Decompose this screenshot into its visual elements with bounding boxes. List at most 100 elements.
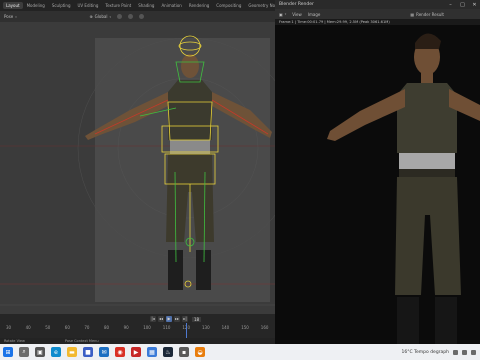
frame-tick-label: 100 — [143, 325, 151, 330]
blender-icon[interactable]: ◒ — [195, 347, 205, 357]
left-boot — [168, 250, 183, 290]
pivot-icon[interactable] — [116, 14, 122, 19]
frame-tick-label: 140 — [221, 325, 230, 330]
chevron-down-icon: ▾ — [284, 12, 287, 16]
taskbar-apps: ⊞ ⌕ ▣ e ▬ ■ ✉ ◉ ▶ ▦ ♨ ▪ ◒ — [0, 347, 205, 357]
edge-icon[interactable]: e — [51, 347, 61, 357]
maximize-icon[interactable]: □ — [459, 2, 466, 8]
frame-tick-label: 50 — [45, 325, 51, 330]
weather-widget[interactable]: 16°C Tempo degraph — [401, 350, 449, 355]
jump-start-button[interactable]: |◂ — [150, 316, 156, 322]
render-titlebar: Blender Render – □ ✕ — [275, 0, 480, 9]
snap-icon[interactable] — [127, 14, 133, 19]
blender-main-window: Layout Modeling Sculpting UV Editing Texture… — [0, 0, 275, 344]
render-result-label: Render Result — [416, 11, 444, 17]
frame-tick-label: 130 — [202, 325, 210, 330]
viewport-header: Pose ▾ ⊕ Global ▾ — [0, 11, 275, 22]
frame-tick-label: 40 — [25, 325, 31, 330]
workspace-tab-geometry-nodes[interactable]: Geometry Nodes — [245, 2, 275, 9]
workspace-tab-shading[interactable]: Shading — [135, 2, 157, 9]
render-window: Blender Render – □ ✕ ▣ ▾ View Image ▦ Ren… — [275, 0, 480, 344]
file-explorer-icon[interactable]: ▬ — [67, 347, 77, 357]
app-icon[interactable]: ▪ — [179, 347, 189, 357]
image-icon: ▦ — [410, 11, 415, 17]
render-belt — [399, 169, 455, 177]
steam-icon[interactable]: ♨ — [163, 347, 173, 357]
status-select-hint: Rotate View — [4, 339, 25, 343]
rendered-character — [275, 25, 480, 344]
workspace-tab-modeling[interactable]: Modeling — [24, 2, 48, 9]
proportional-edit-icon[interactable] — [138, 14, 144, 19]
search-icon[interactable]: ⌕ — [19, 347, 29, 357]
frame-tick-label: 80 — [104, 325, 110, 330]
bone-arm-left — [94, 99, 169, 135]
mode-label: Pose — [4, 14, 14, 19]
minimize-icon[interactable]: – — [447, 2, 454, 8]
windows-taskbar: ⊞ ⌕ ▣ e ▬ ■ ✉ ◉ ▶ ▦ ♨ ▪ ◒ 16°C Tempo degraph — [0, 344, 480, 360]
globe-icon: ⊕ — [89, 14, 93, 19]
frame-tick-label: 60 — [64, 325, 70, 330]
workspace-tab-animation[interactable]: Animation — [158, 2, 184, 9]
render-boot-left — [397, 297, 419, 344]
status-menu-hint: Pose Context Menu — [64, 339, 99, 343]
chevron-up-icon[interactable] — [453, 349, 458, 355]
editor-type-dropdown[interactable]: ▣ ▾ — [279, 12, 286, 17]
render-window-title: Blender Render — [279, 2, 314, 7]
frame-tick-label: 30 — [6, 325, 12, 330]
chevron-down-icon: ▾ — [15, 14, 17, 19]
workspace-tab-bar: Layout Modeling Sculpting UV Editing Texture… — [0, 0, 275, 11]
menu-image[interactable]: Image — [308, 12, 321, 17]
workspace-tab-layout[interactable]: Layout — [3, 2, 23, 9]
prev-keyframe-button[interactable]: ◂◂ — [158, 316, 164, 322]
viewport-scene — [0, 35, 275, 306]
mode-dropdown[interactable]: Pose ▾ — [4, 14, 17, 19]
workspace-tab-sculpting[interactable]: Sculpting — [49, 2, 74, 9]
chrome-icon[interactable]: ◉ — [115, 347, 125, 357]
orientation-label: Global — [94, 14, 108, 19]
frame-tick-label: 70 — [84, 325, 90, 330]
media-icon[interactable]: ▶ — [131, 347, 141, 357]
chevron-down-icon: ▾ — [109, 14, 111, 19]
store-icon[interactable]: ■ — [83, 347, 93, 357]
menu-view[interactable]: View — [292, 12, 302, 17]
jump-end-button[interactable]: ▸| — [182, 316, 188, 322]
vest — [168, 80, 212, 140]
window-controls: – □ ✕ — [447, 0, 478, 9]
transport-controls: |◂ ◂◂ ▶ ▸▸ ▸| 18 — [150, 316, 202, 322]
frame-ruler[interactable]: 30405060708090100110120130140150160 — [0, 324, 275, 332]
character-model — [85, 54, 272, 290]
render-result-image[interactable] — [275, 25, 480, 344]
workspace-tab-texture-paint[interactable]: Texture Paint — [102, 2, 134, 9]
workspace-tab-compositing[interactable]: Compositing — [213, 2, 244, 9]
render-shirt — [399, 153, 455, 169]
bone-arm-right — [211, 99, 269, 135]
bone-head-control — [179, 35, 201, 57]
system-tray: 16°C Tempo degraph — [401, 344, 476, 360]
render-boot-right — [435, 297, 457, 344]
render-result-selector[interactable]: ▦ Render Result — [410, 12, 444, 17]
mail-icon[interactable]: ✉ — [99, 347, 109, 357]
close-icon[interactable]: ✕ — [471, 2, 478, 8]
workspace-tab-uv-editing[interactable]: UV Editing — [75, 2, 102, 9]
render-vest — [397, 83, 457, 153]
network-icon[interactable] — [462, 349, 467, 355]
play-button[interactable]: ▶ — [166, 316, 172, 322]
head — [181, 54, 199, 78]
windows-start-icon[interactable]: ⊞ — [3, 347, 13, 357]
bone-halo — [178, 41, 202, 51]
right-boot — [196, 250, 211, 290]
image-editor-icon: ▣ — [279, 11, 283, 17]
task-view-icon[interactable]: ▣ — [35, 347, 45, 357]
current-frame-field[interactable]: 18 — [192, 316, 202, 322]
transform-orientation-dropdown[interactable]: ⊕ Global ▾ — [89, 14, 111, 19]
render-header: ▣ ▾ View Image ▦ Render Result — [275, 9, 480, 19]
3d-viewport[interactable] — [0, 22, 275, 314]
next-keyframe-button[interactable]: ▸▸ — [174, 316, 180, 322]
frame-tick-label: 90 — [123, 325, 129, 330]
frame-tick-label: 160 — [260, 325, 269, 330]
frame-tick-label: 150 — [241, 325, 249, 330]
workspace-tab-rendering[interactable]: Rendering — [186, 2, 212, 9]
photos-icon[interactable]: ▦ — [147, 347, 157, 357]
volume-icon[interactable] — [471, 349, 476, 355]
render-neck — [421, 73, 433, 83]
